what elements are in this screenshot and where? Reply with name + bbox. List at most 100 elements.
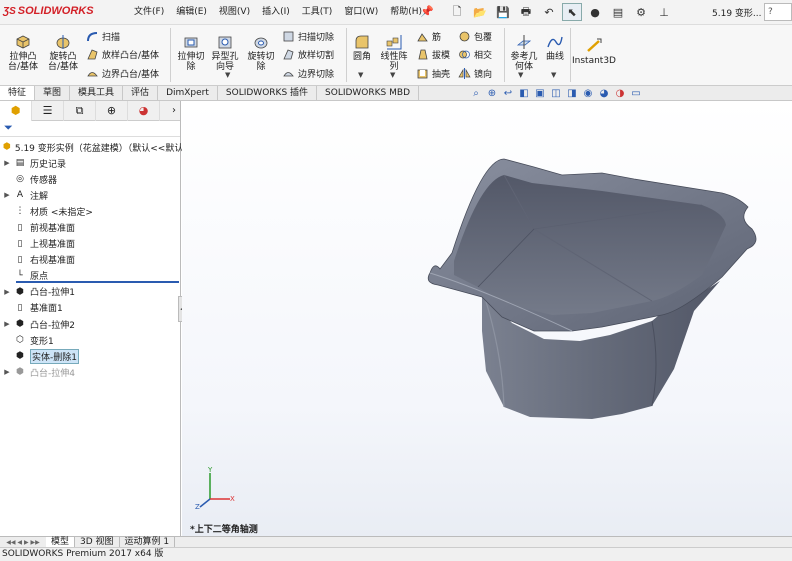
boundary-boss-button[interactable]: 边界凸台/基体 bbox=[86, 67, 159, 80]
tree-node[interactable]: ▶ A 注解 bbox=[0, 187, 180, 203]
curves-button[interactable]: 曲线 bbox=[542, 33, 568, 62]
tree-node[interactable]: ▶ ⬢ 凸台-拉伸4 bbox=[0, 364, 180, 380]
zoom-area-icon[interactable]: ⊕ bbox=[486, 88, 498, 100]
expand-arrow-icon[interactable]: ▶ bbox=[0, 159, 14, 167]
wrap-button[interactable]: 包覆 bbox=[458, 30, 492, 43]
menu-view[interactable]: 视图(V) bbox=[213, 5, 256, 19]
tree-node[interactable]: ⬢ 实体-删除1 bbox=[0, 348, 180, 364]
tab-sketch[interactable]: 草图 bbox=[35, 86, 71, 100]
tree-node[interactable]: ▯ 前视基准面 bbox=[0, 219, 180, 235]
tree-node[interactable]: ⋮ 材质 <未指定> bbox=[0, 203, 180, 219]
rollback-bar[interactable] bbox=[16, 281, 179, 283]
file-properties-icon[interactable]: ▤ bbox=[608, 3, 628, 21]
tab-addins[interactable]: SOLIDWORKS 插件 bbox=[218, 86, 318, 100]
tree-node[interactable]: ▯ 右视基准面 bbox=[0, 252, 180, 268]
print-icon[interactable]: 🖶 bbox=[516, 3, 536, 21]
previous-view-icon[interactable]: ↩ bbox=[502, 88, 514, 100]
intersect-button[interactable]: 相交 bbox=[458, 48, 492, 61]
fillet-button[interactable]: 圆角 bbox=[350, 33, 374, 62]
curves-dropdown-icon[interactable]: ▼ bbox=[551, 71, 556, 79]
extrude-cut-button[interactable]: 拉伸切 除 bbox=[174, 33, 208, 72]
section-view-icon[interactable]: ◧ bbox=[518, 88, 530, 100]
menu-window[interactable]: 窗口(W) bbox=[338, 5, 384, 19]
extrude-boss-button[interactable]: 拉伸凸 台/基体 bbox=[4, 33, 42, 72]
tree-node[interactable]: ▶ ⬢ 凸台-拉伸1 bbox=[0, 284, 180, 300]
part-icon: ⬢ bbox=[3, 142, 11, 153]
tab-3d-views[interactable]: 3D 视图 bbox=[75, 537, 120, 547]
view-settings-icon[interactable]: ▭ bbox=[630, 88, 642, 100]
menu-edit[interactable]: 编辑(E) bbox=[170, 5, 213, 19]
tab-dimxpert[interactable]: DimXpert bbox=[158, 86, 218, 100]
expand-arrow-icon[interactable]: ▶ bbox=[0, 368, 14, 376]
edit-appearance-icon[interactable]: ◕ bbox=[598, 88, 610, 100]
tree-node[interactable]: ▯ 基准面1 bbox=[0, 300, 180, 316]
hole-wizard-dropdown-icon[interactable]: ▼ bbox=[225, 71, 230, 79]
hole-wizard-button[interactable]: 异型孔 向导 bbox=[208, 33, 242, 72]
dynamic-annotation-icon[interactable]: ▣ bbox=[534, 88, 546, 100]
revolve-boss-label: 旋转凸 台/基体 bbox=[47, 52, 79, 72]
pin-toolbar-icon[interactable]: ⊥ bbox=[654, 3, 674, 21]
revolve-boss-button[interactable]: 旋转凸 台/基体 bbox=[44, 33, 82, 72]
tab-evaluate[interactable]: 评估 bbox=[123, 86, 159, 100]
rib-button[interactable]: 筋 bbox=[416, 30, 441, 43]
options-gear-icon[interactable]: ⚙ bbox=[631, 3, 651, 21]
expand-arrow-icon[interactable]: ▶ bbox=[0, 320, 14, 328]
undo-icon[interactable]: ↶ bbox=[539, 3, 559, 21]
traffic-light-icon[interactable]: ● bbox=[585, 3, 605, 21]
apply-scene-icon[interactable]: ◑ bbox=[614, 88, 626, 100]
chevron-right-icon[interactable]: › bbox=[172, 105, 180, 116]
select-icon[interactable]: ⬉ bbox=[562, 3, 582, 21]
fillet-dropdown-icon[interactable]: ▼ bbox=[358, 71, 363, 79]
sweep-cut-button[interactable]: 扫描切除 bbox=[282, 30, 334, 43]
tab-nav-arrows-icon[interactable]: ◀◀ ◀ ▶ ▶▶ bbox=[0, 537, 46, 547]
tree-node[interactable]: ▯ 上视基准面 bbox=[0, 236, 180, 252]
tree-node[interactable]: ▶ ▤ 历史记录 bbox=[0, 155, 180, 171]
pattern-dropdown-icon[interactable]: ▼ bbox=[390, 71, 395, 79]
zoom-to-fit-icon[interactable]: ⌕ bbox=[470, 88, 482, 100]
dimxpert-manager-tab-icon[interactable]: ⊕ bbox=[96, 100, 128, 121]
expand-arrow-icon[interactable]: ▶ bbox=[0, 191, 14, 199]
menu-file[interactable]: 文件(F) bbox=[128, 5, 170, 19]
graphics-area[interactable] bbox=[182, 101, 792, 536]
sweep-button[interactable]: 扫描 bbox=[86, 30, 120, 43]
boundary-cut-button[interactable]: 边界切除 bbox=[282, 67, 334, 80]
menu-insert[interactable]: 插入(I) bbox=[256, 5, 296, 19]
display-style-icon[interactable]: ◨ bbox=[566, 88, 578, 100]
revolve-cut-button[interactable]: 旋转切 除 bbox=[244, 33, 278, 72]
instant3d-button[interactable]: Instant3D bbox=[572, 37, 616, 66]
linear-pattern-button[interactable]: 线性阵 列 bbox=[376, 33, 412, 72]
tab-mbd[interactable]: SOLIDWORKS MBD bbox=[317, 86, 419, 100]
draft-button[interactable]: 拔模 bbox=[416, 48, 450, 61]
search-help-box[interactable]: ? bbox=[764, 3, 792, 21]
tree-node[interactable]: ◎ 传感器 bbox=[0, 171, 180, 187]
tree-root[interactable]: ⬢ 5.19 变形实例（花盆建模）（默认<<默认 bbox=[0, 139, 183, 155]
shell-button[interactable]: 抽壳 bbox=[416, 67, 450, 80]
tab-mold-tools[interactable]: 模具工具 bbox=[70, 86, 124, 100]
new-document-icon[interactable]: 🗋 bbox=[447, 3, 467, 21]
tree-node[interactable]: ⬡ 变形1 bbox=[0, 332, 180, 348]
menu-tools[interactable]: 工具(T) bbox=[296, 5, 339, 19]
mirror-button[interactable]: 镜向 bbox=[458, 67, 492, 80]
open-icon[interactable]: 📂 bbox=[470, 3, 490, 21]
reference-geometry-button[interactable]: 参考几 何体 bbox=[508, 33, 540, 72]
brand-name: SOLIDWORKS bbox=[17, 5, 94, 17]
save-icon[interactable]: 💾 bbox=[493, 3, 513, 21]
feature-manager-tab-icon[interactable]: ⬢ bbox=[0, 100, 32, 121]
property-manager-tab-icon[interactable]: ☰ bbox=[32, 100, 64, 121]
configuration-manager-tab-icon[interactable]: ⧉ bbox=[64, 100, 96, 121]
tree-node[interactable]: ▶ ⬢ 凸台-拉伸2 bbox=[0, 316, 180, 332]
tab-model[interactable]: 模型 bbox=[46, 537, 76, 547]
expand-arrow-icon[interactable]: ▶ bbox=[0, 288, 14, 296]
reference-geometry-dropdown-icon[interactable]: ▼ bbox=[518, 71, 523, 79]
pin-icon[interactable]: 📌 bbox=[420, 5, 434, 18]
filter-icon[interactable]: ⏷ bbox=[0, 121, 180, 137]
view-orientation-icon[interactable]: ◫ bbox=[550, 88, 562, 100]
tree-node-label: 上视基准面 bbox=[30, 240, 76, 251]
tab-motion-study[interactable]: 运动算例 1 bbox=[120, 537, 176, 547]
hide-show-items-icon[interactable]: ◉ bbox=[582, 88, 594, 100]
solidworks-logo[interactable]: ƷS SOLIDWORKS bbox=[3, 5, 94, 17]
loft-cut-button[interactable]: 放样切割 bbox=[282, 48, 334, 61]
loft-boss-button[interactable]: 放样凸台/基体 bbox=[86, 48, 159, 61]
tab-features[interactable]: 特征 bbox=[0, 86, 36, 100]
display-manager-tab-icon[interactable]: ◕ bbox=[128, 100, 160, 121]
